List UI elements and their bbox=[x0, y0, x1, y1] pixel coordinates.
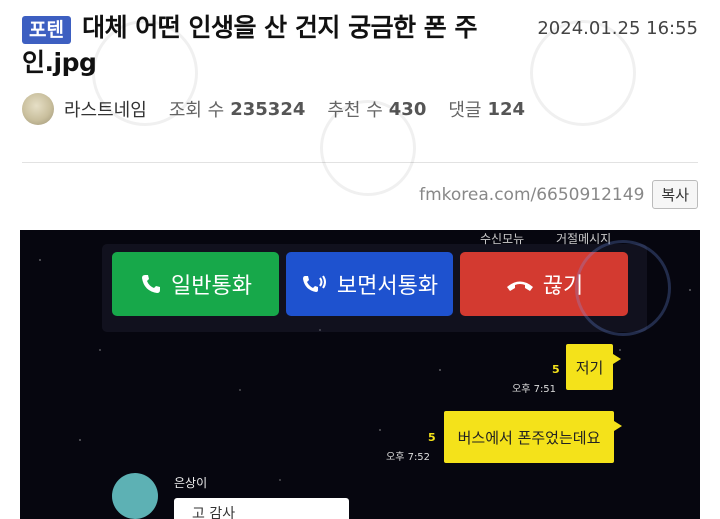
post-datetime: 2024.01.25 16:55 bbox=[537, 18, 698, 39]
post-url-row: fmkorea.com/6650912149 복사 bbox=[419, 180, 698, 209]
post-title: 대체 어떤 인생을 산 건지 궁금한 폰 주인.jpg bbox=[22, 13, 478, 77]
video-call-button: 보면서통화 bbox=[286, 252, 453, 316]
comments-label: 댓글 bbox=[448, 100, 482, 121]
comments-count[interactable]: 124 bbox=[487, 99, 525, 120]
copy-url-button[interactable]: 복사 bbox=[652, 180, 698, 209]
message-2-time: 오후 7:52 bbox=[386, 452, 431, 463]
hang-up-button: 끊기 bbox=[460, 252, 628, 316]
category-badge[interactable]: 포텐 bbox=[22, 16, 71, 44]
normal-call-label: 일반통화 bbox=[171, 274, 252, 299]
video-call-label: 보면서통화 bbox=[336, 274, 439, 299]
hang-up-icon bbox=[506, 281, 533, 291]
normal-call-button: 일반통화 bbox=[112, 252, 279, 316]
message-2-text: 버스에서 폰주었는데요 bbox=[457, 428, 601, 447]
post-meta: 라스트네임 조회 수 235324 추천 수 430 댓글 124 bbox=[22, 92, 547, 126]
friend-message-text: 고 감사 bbox=[192, 506, 236, 519]
hang-up-label: 끊기 bbox=[542, 274, 584, 299]
author-name[interactable]: 라스트네임 bbox=[64, 96, 147, 122]
message-1-unread: 5 bbox=[552, 363, 560, 376]
video-phone-icon bbox=[302, 275, 326, 292]
likes-label: 추천 수 bbox=[327, 100, 383, 121]
post-image: 수신모뉴 거절메시지 일반통화 보면서통화 끊기 5 오후 7:51 저기 5 … bbox=[20, 230, 700, 519]
header-divider bbox=[22, 162, 698, 163]
message-bubble-2: 버스에서 폰주었는데요 bbox=[444, 411, 622, 463]
friend-name: 은상이 bbox=[174, 476, 208, 490]
views-label: 조회 수 bbox=[168, 100, 225, 121]
message-1-text: 저기 bbox=[575, 358, 604, 377]
message-2-unread: 5 bbox=[428, 431, 436, 444]
views-count: 235324 bbox=[230, 98, 306, 120]
message-1-time: 오후 7:51 bbox=[512, 384, 557, 395]
friend-avatar bbox=[112, 473, 158, 519]
phone-icon bbox=[142, 275, 161, 293]
post-url[interactable]: fmkorea.com/6650912149 bbox=[419, 185, 644, 205]
friend-message-bubble: 고 감사 bbox=[174, 498, 349, 519]
message-bubble-1: 저기 bbox=[566, 344, 621, 390]
post-title-block: 포텐 대체 어떤 인생을 산 건지 궁금한 폰 주인.jpg bbox=[22, 12, 542, 82]
likes-count: 430 bbox=[388, 98, 427, 120]
author-avatar[interactable] bbox=[22, 93, 54, 125]
